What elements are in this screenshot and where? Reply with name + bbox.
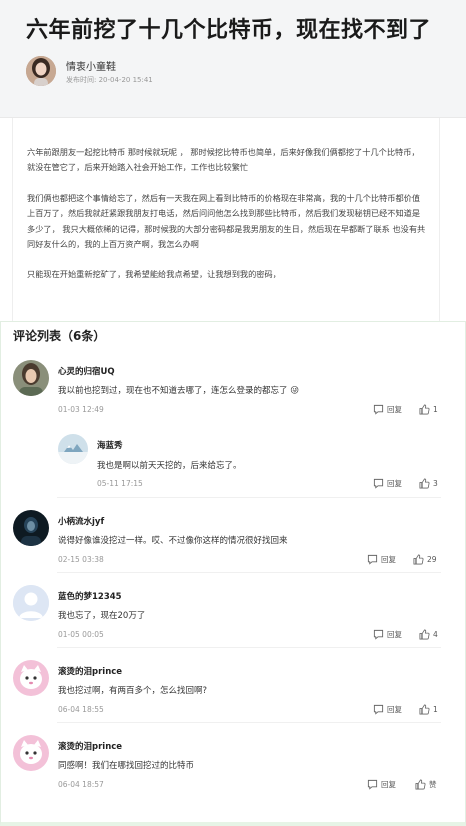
comment-text: 我也忘了，现在20万了 bbox=[58, 611, 146, 621]
commenter-name[interactable]: 海蓝秀 bbox=[97, 439, 123, 451]
commenter-name[interactable]: 滚烫的泪prince bbox=[58, 740, 122, 752]
comment-text: 我以前也挖到过，现在也不知道去哪了，连怎么登录的都忘了 😜 bbox=[58, 386, 300, 396]
like-button[interactable]: 1 bbox=[419, 404, 438, 415]
like-count: 1 bbox=[433, 405, 438, 414]
article-paragraph: 我们俩也都把这个事情给忘了，然后有一天我在网上看到比特币的价格现在非常高，我的十… bbox=[27, 192, 426, 250]
article-header: 六年前挖了十几个比特币，现在找不到了 情衷小童鞋 发布时间: 20-04-20 … bbox=[0, 0, 466, 118]
commenter-avatar[interactable] bbox=[58, 434, 88, 464]
thumbs-up-icon bbox=[419, 629, 430, 640]
reply-button[interactable]: 回复 bbox=[373, 629, 402, 640]
comment-text: 说得好像谁没挖过一样。哎、不过像你这样的情况很好找回来 bbox=[58, 536, 288, 546]
reply-button[interactable]: 回复 bbox=[373, 478, 402, 489]
thumbs-up-icon bbox=[419, 404, 430, 415]
reply-icon bbox=[367, 554, 378, 565]
like-count: 3 bbox=[433, 479, 438, 488]
comment-time: 01-03 12:49 bbox=[58, 405, 104, 414]
reply-label: 回复 bbox=[387, 479, 402, 488]
comment-text: 我也挖过啊，有两百多个，怎么找回啊? bbox=[58, 686, 208, 696]
article-paragraph: 只能现在开始重新挖矿了，我希望能给我点希望，让我想到我的密码， bbox=[27, 269, 281, 280]
comment-time: 02-15 03:38 bbox=[58, 555, 104, 564]
like-count: 赞 bbox=[429, 780, 437, 789]
commenter-name[interactable]: 滚烫的泪prince bbox=[58, 665, 122, 677]
reply-button[interactable]: 回复 bbox=[373, 704, 402, 715]
reply-icon bbox=[367, 779, 378, 790]
like-button[interactable]: 1 bbox=[419, 704, 438, 715]
reply-label: 回复 bbox=[381, 555, 396, 564]
divider bbox=[57, 647, 441, 648]
like-count: 4 bbox=[433, 630, 438, 639]
author-name[interactable]: 情衷小童鞋 bbox=[66, 58, 116, 73]
comment-time: 05-11 17:15 bbox=[97, 479, 143, 488]
reply-label: 回复 bbox=[387, 405, 402, 414]
thumbs-up-icon bbox=[419, 704, 430, 715]
reply-icon bbox=[373, 404, 384, 415]
author-avatar[interactable] bbox=[26, 56, 56, 86]
like-button[interactable]: 3 bbox=[419, 478, 438, 489]
commenter-name[interactable]: 心灵的归宿UQ bbox=[58, 365, 115, 377]
reply-button[interactable]: 回复 bbox=[367, 779, 396, 790]
reply-label: 回复 bbox=[381, 780, 396, 789]
like-count: 29 bbox=[427, 555, 437, 564]
comment-time: 01-05 00:05 bbox=[58, 630, 104, 639]
reply-label: 回复 bbox=[387, 630, 402, 639]
thumbs-up-icon bbox=[413, 554, 424, 565]
article-title: 六年前挖了十几个比特币，现在找不到了 bbox=[26, 18, 432, 43]
reply-icon bbox=[373, 478, 384, 489]
commenter-avatar[interactable] bbox=[13, 510, 49, 546]
like-button[interactable]: 4 bbox=[419, 629, 438, 640]
commenter-name[interactable]: 小柄流水jyf bbox=[58, 515, 104, 527]
reply-icon bbox=[373, 629, 384, 640]
divider bbox=[57, 497, 441, 498]
commenter-avatar[interactable] bbox=[13, 585, 49, 621]
comments-title: 评论列表（6条） bbox=[13, 329, 106, 343]
like-button[interactable]: 29 bbox=[413, 554, 437, 565]
commenter-avatar[interactable] bbox=[13, 660, 49, 696]
commenter-avatar[interactable] bbox=[13, 735, 49, 771]
thumbs-up-icon bbox=[419, 478, 430, 489]
divider bbox=[57, 722, 441, 723]
like-count: 1 bbox=[433, 705, 438, 714]
reply-button[interactable]: 回复 bbox=[367, 554, 396, 565]
comment-time: 06-04 18:55 bbox=[58, 705, 104, 714]
article-body: 六年前跟朋友一起挖比特币 那时候就玩呢 ， 那时候挖比特币也简单，后来好像我们俩… bbox=[12, 118, 440, 322]
comment-time: 06-04 18:57 bbox=[58, 780, 104, 789]
divider bbox=[57, 572, 441, 573]
comment-text: 我也是啊以前天天挖的，后来给忘了。 bbox=[97, 461, 242, 471]
like-button[interactable]: 赞 bbox=[415, 779, 437, 790]
reply-label: 回复 bbox=[387, 705, 402, 714]
commenter-avatar[interactable] bbox=[13, 360, 49, 396]
article-section: 六年前跟朋友一起挖比特币 那时候就玩呢 ， 那时候挖比特币也简单，后来好像我们俩… bbox=[0, 118, 466, 322]
reply-icon bbox=[373, 704, 384, 715]
comments-section: 评论列表（6条） 心灵的归宿UQ 我以前也挖到过，现在也不知道去哪了，连怎么登录… bbox=[0, 321, 466, 826]
commenter-name[interactable]: 蓝色的梦12345 bbox=[58, 590, 122, 602]
thumbs-up-icon bbox=[415, 779, 426, 790]
reply-button[interactable]: 回复 bbox=[373, 404, 402, 415]
publish-time: 发布时间: 20-04-20 15:41 bbox=[66, 76, 153, 84]
comment-text: 同感啊！我们在哪找回挖过的比特币 bbox=[58, 761, 195, 771]
article-paragraph: 六年前跟朋友一起挖比特币 那时候就玩呢 ， 那时候挖比特币也简单，后来好像我们俩… bbox=[27, 147, 420, 173]
